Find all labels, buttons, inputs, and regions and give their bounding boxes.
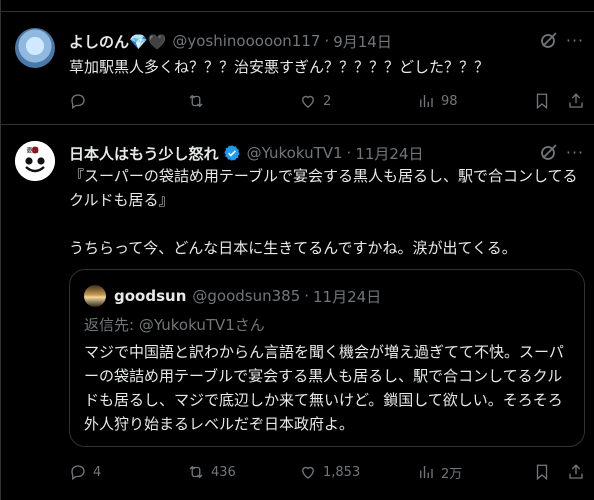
share-button[interactable] [567, 463, 585, 481]
bookmark-button[interactable] [533, 463, 551, 481]
reply-to-prefix: 返信先: [84, 316, 139, 334]
tweet-header: 日本人はもう少し怒れ @YukokuTV1 · 11月24日 [69, 142, 424, 164]
share-button[interactable] [567, 92, 585, 110]
grok-icon[interactable] [539, 30, 559, 50]
tweet[interactable]: 憂国 日本人はもう少し怒れ @YukokuTV1 · 11月24日 ··· 『ス… [1, 126, 594, 500]
avatar[interactable] [15, 28, 55, 68]
views-count: 2万 [441, 466, 463, 482]
reply-button[interactable] [69, 92, 93, 110]
quoted-tweet-date: 11月24日 [313, 287, 382, 306]
share-icon [569, 464, 583, 479]
reply-button[interactable]: 4 [69, 463, 101, 481]
bookmark-icon [536, 464, 548, 481]
bar-chart-icon [420, 466, 433, 478]
views-button[interactable]: 2万 [417, 463, 462, 482]
action-bar: 2 98 [69, 91, 589, 111]
quoted-tweet-text: マジで中国語と訳わからん言語を聞く機会が増え過ぎてて不快。スーパーの袋詰め用テー… [84, 343, 564, 433]
heart-icon [302, 95, 314, 108]
quoted-tweet[interactable]: goodsun @goodsun385 · 11月24日 返信先: @Yukok… [69, 269, 585, 447]
tweet-date[interactable]: 9月14日 [333, 31, 392, 52]
like-count: 2 [323, 93, 332, 109]
quoted-display-name: goodsun [114, 287, 187, 305]
tweet-text: 草加駅黒人多くね？？？治安悪すぎん？？？？？どした？？？ [69, 58, 490, 76]
like-count: 1,853 [323, 464, 361, 480]
share-icon [569, 93, 583, 108]
avatar[interactable]: 憂国 [15, 141, 55, 181]
quoted-user-handle: @goodsun385 [192, 287, 301, 305]
like-button[interactable]: 1,853 [299, 463, 360, 481]
more-options-icon[interactable]: ··· [565, 142, 585, 162]
retweet-icon [189, 465, 203, 479]
retweet-button[interactable] [187, 92, 211, 110]
bookmark-button[interactable] [533, 92, 551, 110]
retweet-button[interactable]: 436 [187, 463, 236, 481]
retweet-count: 436 [211, 464, 236, 480]
like-button[interactable]: 2 [299, 92, 331, 110]
more-options-icon[interactable]: ··· [565, 30, 585, 50]
quoted-tweet-header: goodsun @goodsun385 · 11月24日 [84, 285, 382, 307]
separator-dot: · [324, 32, 330, 50]
reply-to-line: 返信先: @YukokuTV1さん [84, 314, 265, 335]
verified-badge-icon [223, 144, 241, 162]
tweet-text: 『スーパーの袋詰め用テーブルで宴会する黒人も居るし、駅で合コンしてるクルドも居る… [69, 167, 578, 257]
reply-icon [71, 94, 85, 110]
reply-icon [71, 465, 85, 481]
avatar-label: 憂国 [27, 148, 39, 155]
bar-chart-icon [420, 95, 433, 107]
display-name[interactable]: 日本人はもう少し怒れ [69, 143, 219, 164]
separator-dot: · [304, 287, 310, 305]
previous-tweet-edge [1, 0, 594, 12]
display-name[interactable]: よしのん💎🖤 [69, 31, 166, 52]
grok-icon[interactable] [539, 142, 559, 162]
heart-icon [302, 466, 314, 479]
user-handle[interactable]: @YukokuTV1 [247, 144, 343, 162]
views-button[interactable]: 98 [417, 92, 458, 110]
tweet-date[interactable]: 11月24日 [355, 143, 423, 164]
avatar-face-image: 憂国 [15, 141, 55, 181]
action-bar: 4 436 1,853 2万 [69, 462, 589, 482]
tweet[interactable]: よしのん💎🖤 @yoshinooooon117 · 9月14日 ··· 草加駅黒… [1, 13, 594, 125]
retweet-icon [189, 94, 203, 108]
user-handle[interactable]: @yoshinooooon117 [172, 32, 320, 50]
tweet-header: よしのん💎🖤 @yoshinooooon117 · 9月14日 [69, 30, 392, 52]
quoted-avatar [84, 285, 106, 307]
bookmark-icon [536, 93, 548, 110]
separator-dot: · [346, 144, 352, 162]
timeline: よしのん💎🖤 @yoshinooooon117 · 9月14日 ··· 草加駅黒… [0, 0, 594, 500]
reply-count: 4 [93, 464, 102, 480]
views-count: 98 [441, 93, 458, 109]
reply-to-handle: @YukokuTV1さん [138, 316, 265, 334]
